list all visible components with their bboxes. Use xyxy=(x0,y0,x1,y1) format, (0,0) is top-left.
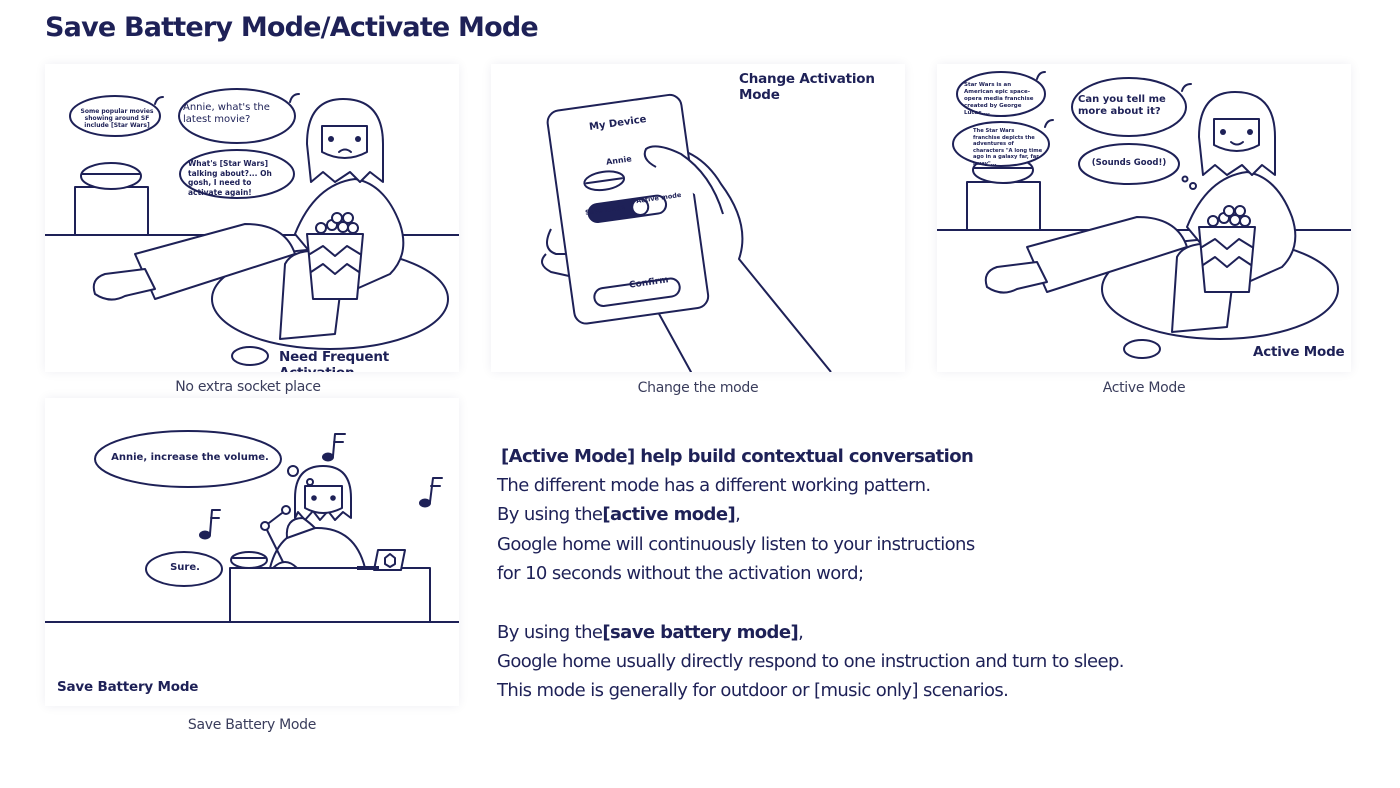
text-emphasis: [active mode] xyxy=(602,504,736,525)
popcorn-bucket-icon xyxy=(1198,226,1256,293)
text-segment: , xyxy=(798,622,804,643)
speech-bubble-text: (Sounds Good!) xyxy=(1091,158,1167,168)
panel-corner-label: Active Mode xyxy=(1253,344,1345,360)
illustration-panel-need-frequent-activation: Some popular movies showing around SF in… xyxy=(45,64,459,372)
speech-bubble-text: Annie, what's the latest movie? xyxy=(183,102,270,125)
music-note-icon xyxy=(322,433,346,462)
speaker-stand xyxy=(966,181,1041,231)
smart-speaker-icon xyxy=(230,551,268,569)
illustration-panel-save-battery-mode: Annie, increase the volume. Sure. Save B… xyxy=(45,398,459,706)
text-segment: , xyxy=(735,504,741,525)
illustration-hand-holding-phone xyxy=(541,93,832,372)
phone-device xyxy=(546,93,710,325)
speech-bubble-text: What's [Star Wars] talking about?... Oh … xyxy=(188,159,272,197)
page-title: Save Battery Mode/Activate Mode xyxy=(45,12,539,43)
text-segment: By using the xyxy=(497,504,603,525)
illustration-panel-change-activation-mode: Change Activation Mode My Device Annie S… xyxy=(491,64,905,372)
text-emphasis: [save battery mode] xyxy=(602,622,799,643)
panel-caption: Active Mode xyxy=(1102,380,1186,396)
text-segment: By using the xyxy=(497,622,603,643)
speaker-stand xyxy=(74,186,149,236)
speech-bubble-text: Annie, increase the volume. xyxy=(111,452,269,463)
speech-bubble-text: Can you tell me more about it? xyxy=(1078,94,1166,117)
popcorn-bucket-icon xyxy=(306,233,364,300)
panel-corner-label: Need Frequent Activation xyxy=(279,349,390,372)
panel-caption: No extra socket place xyxy=(175,379,321,395)
description-line: By using the[save battery mode], xyxy=(497,618,804,647)
smart-speaker-icon xyxy=(80,162,142,190)
music-note-icon xyxy=(199,509,221,540)
panel-caption: Change the mode xyxy=(637,380,759,396)
desk xyxy=(229,567,431,623)
panel-corner-label: Change Activation Mode xyxy=(739,71,875,103)
description-line: By using the[active mode], xyxy=(497,500,741,529)
panel-corner-label: Save Battery Mode xyxy=(57,679,199,695)
speech-bubble-text: The Star Wars franchise depicts the adve… xyxy=(973,128,1043,167)
music-note-icon xyxy=(419,477,443,508)
illustration-panel-active-mode: Star Wars is an American epic space-oper… xyxy=(937,64,1351,372)
description-line: Google home will continuously listen to … xyxy=(497,534,975,555)
description-line: This mode is generally for outdoor or [m… xyxy=(497,680,1009,701)
panel-caption: Save Battery Mode xyxy=(187,717,317,733)
description-line: The different mode has a different worki… xyxy=(497,475,931,496)
speech-bubble-text: Star Wars is an American epic space-oper… xyxy=(964,82,1034,116)
illustration-woman-at-desk xyxy=(45,430,459,623)
speech-bubble-text: Some popular movies showing around SF in… xyxy=(80,108,154,129)
description-line: Google home usually directly respond to … xyxy=(497,651,1125,672)
description-line: for 10 seconds without the activation wo… xyxy=(497,563,864,584)
speech-bubble-text: Sure. xyxy=(170,562,200,573)
description-heading: [Active Mode] help build contextual conv… xyxy=(501,446,974,467)
